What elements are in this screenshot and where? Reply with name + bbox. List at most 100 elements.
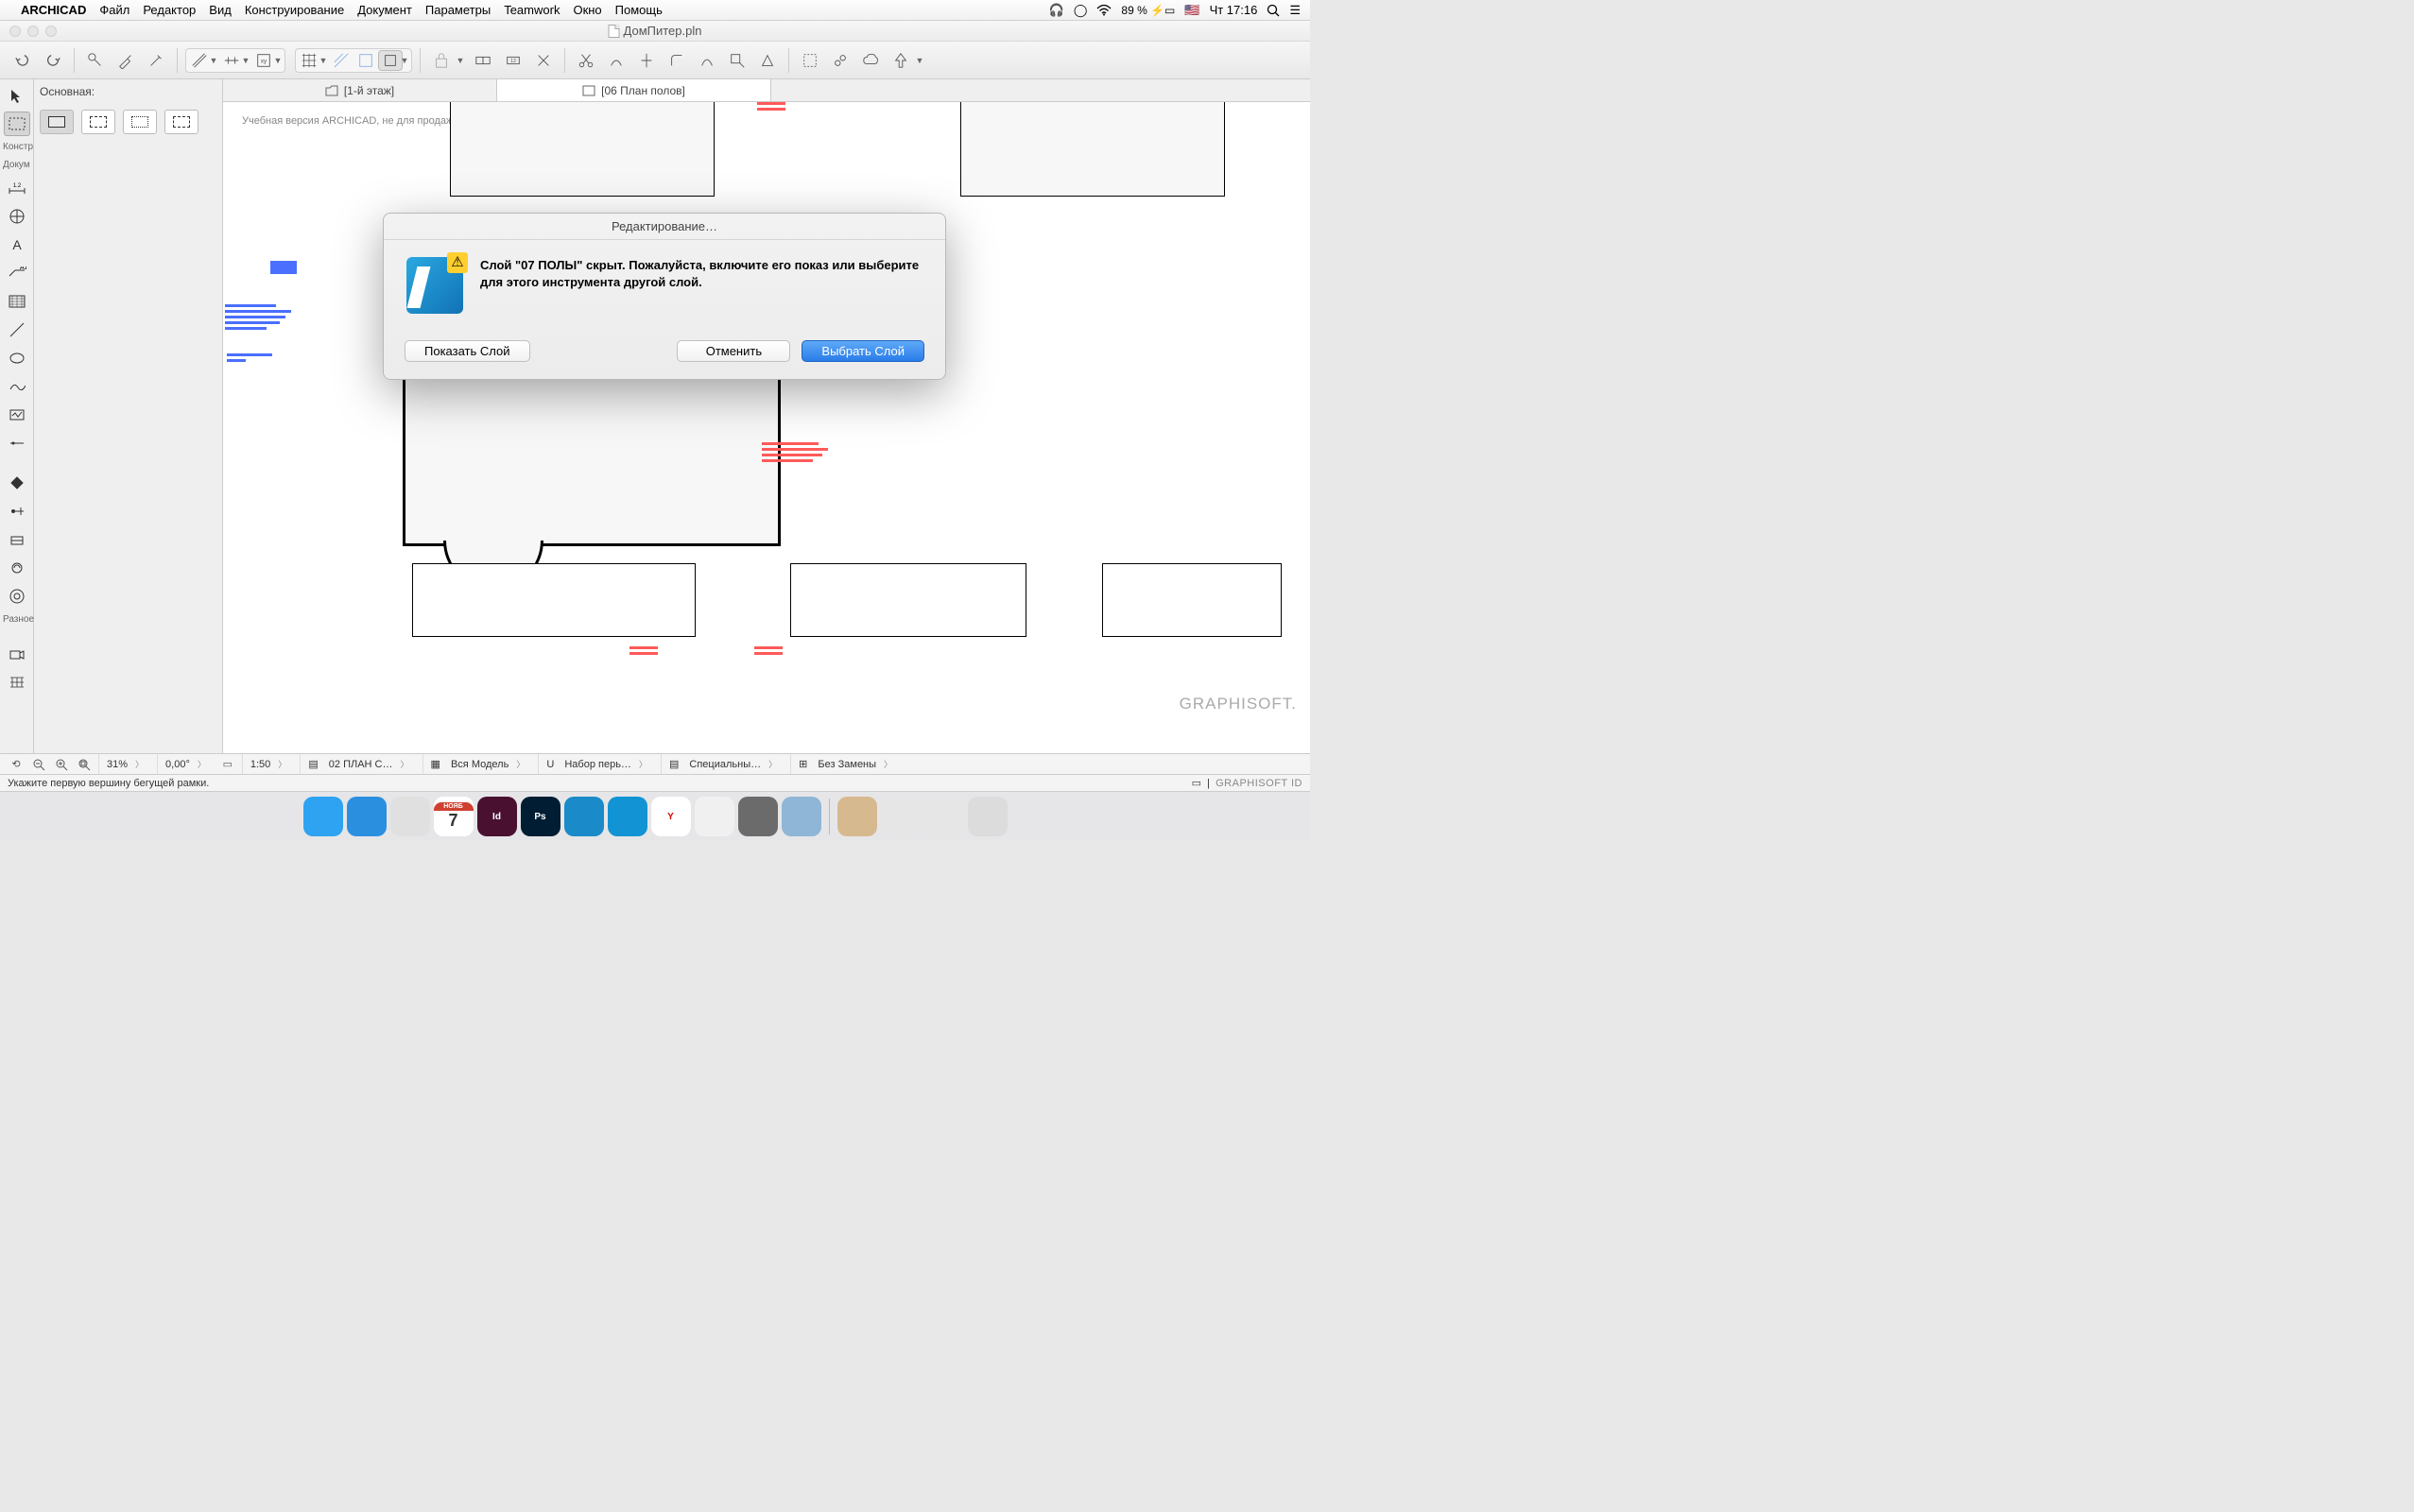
input-flag-icon[interactable]: 🇺🇸 — [1184, 3, 1199, 18]
menu-teamwork[interactable]: Teamwork — [504, 3, 560, 17]
dock-archicad[interactable] — [564, 797, 604, 836]
circle-tool[interactable] — [4, 346, 30, 370]
menu-view[interactable]: Вид — [209, 3, 232, 17]
undo-button[interactable] — [9, 48, 36, 73]
scale-field[interactable]: 1:50〉 — [242, 754, 294, 774]
grid-element-tool[interactable] — [4, 670, 30, 695]
layer-combo[interactable]: ▤ 02 ПЛАН С…〉 — [300, 754, 416, 774]
marquee-shape-thin[interactable] — [123, 110, 157, 134]
select-layer-button[interactable]: Выбрать Слой — [802, 340, 924, 362]
menu-document[interactable]: Документ — [357, 3, 412, 17]
camera-tool[interactable] — [4, 642, 30, 666]
dock-mail[interactable] — [390, 797, 430, 836]
tab-floor-1[interactable]: [1-й этаж] — [223, 79, 497, 101]
adjust-button[interactable] — [603, 48, 629, 73]
spotlight-icon[interactable] — [1267, 4, 1280, 17]
dock-photos[interactable] — [695, 797, 734, 836]
panel-toggle-icon[interactable]: ▭ — [1192, 777, 1201, 789]
zoom-level[interactable]: 31%〉 — [98, 754, 151, 774]
dropdown-icon[interactable]: ▼ — [208, 56, 219, 65]
dock-cinema4d[interactable] — [608, 797, 647, 836]
dock-indesign[interactable]: Id — [477, 797, 517, 836]
menu-design[interactable]: Конструирование — [245, 3, 344, 17]
eyedropper-button[interactable] — [112, 48, 139, 73]
align-button[interactable] — [633, 48, 660, 73]
group-button[interactable] — [470, 48, 496, 73]
menu-options[interactable]: Параметры — [425, 3, 491, 17]
penset-combo[interactable]: U Набор перь…〉 — [538, 754, 655, 774]
dock-yandex[interactable]: Y — [651, 797, 691, 836]
dock-preview[interactable] — [782, 797, 821, 836]
level-dimension-tool[interactable] — [4, 204, 30, 229]
section-tool[interactable] — [4, 471, 30, 495]
dock-settings[interactable] — [738, 797, 778, 836]
dock-photoshop[interactable]: Ps — [521, 797, 560, 836]
arrow-tool[interactable] — [4, 83, 30, 108]
dock-finder[interactable] — [303, 797, 343, 836]
measure-distance-button[interactable] — [82, 48, 109, 73]
marquee-shape-solid[interactable] — [40, 110, 74, 134]
fillet-button[interactable] — [664, 48, 690, 73]
zoom-out-button[interactable] — [30, 756, 47, 773]
syringe-button[interactable] — [143, 48, 169, 73]
interior-elevation-tool[interactable] — [4, 527, 30, 552]
dock-folder2[interactable] — [881, 797, 921, 836]
headphones-icon[interactable]: 🎧 — [1049, 3, 1064, 18]
dropdown-icon[interactable]: ▼ — [399, 56, 410, 65]
orientation-button[interactable]: ▭ — [219, 756, 236, 773]
trace-button[interactable] — [353, 50, 378, 71]
dock-folder3[interactable] — [924, 797, 964, 836]
menu-editor[interactable]: Редактор — [143, 3, 196, 17]
elevation-button[interactable] — [754, 48, 781, 73]
tab-floor-plan-06[interactable]: [06 План полов] — [497, 79, 771, 101]
dock-folder1[interactable] — [837, 797, 877, 836]
zoom-fit-button[interactable] — [76, 756, 93, 773]
menu-help[interactable]: Помощь — [615, 3, 663, 17]
bimcloud-button[interactable] — [857, 48, 884, 73]
zoom-refresh-button[interactable]: ⟲ — [8, 756, 25, 773]
trim-button[interactable] — [530, 48, 557, 73]
fill-tool[interactable] — [4, 289, 30, 314]
dropdown-icon[interactable]: ▼ — [914, 56, 925, 65]
mvo-combo[interactable]: ▤ Специальны…〉 — [661, 754, 785, 774]
dimension-button[interactable]: 12 — [500, 48, 526, 73]
creative-cloud-icon[interactable]: ◯ — [1074, 3, 1088, 18]
show-layer-button[interactable]: Показать Слой — [405, 340, 530, 362]
suspend-groups-button[interactable] — [428, 48, 455, 73]
resize-button[interactable] — [724, 48, 750, 73]
app-name[interactable]: ARCHICAD — [21, 3, 86, 17]
text-tool[interactable]: A — [4, 232, 30, 257]
dimension-line-tool[interactable]: 1.2 — [4, 176, 30, 200]
menu-file[interactable]: Файл — [99, 3, 129, 17]
dropdown-icon[interactable]: ▼ — [240, 56, 251, 65]
scissors-button[interactable] — [573, 48, 599, 73]
label-tool[interactable]: A1 — [4, 261, 30, 285]
marquee-shape-dashed[interactable] — [81, 110, 115, 134]
drawing-canvas[interactable]: Учебная версия ARCHICAD, не для продажи.… — [223, 102, 1310, 753]
spline-tool[interactable] — [4, 374, 30, 399]
hotspot-tool[interactable] — [4, 431, 30, 455]
clock[interactable]: Чт 17:16 — [1210, 3, 1258, 17]
marquee-shape-thick[interactable] — [164, 110, 198, 134]
intersect-button[interactable] — [694, 48, 720, 73]
zoom-in-button[interactable] — [53, 756, 70, 773]
elevation-tool[interactable] — [4, 499, 30, 524]
window-controls[interactable] — [0, 26, 57, 37]
wifi-icon[interactable] — [1096, 5, 1112, 16]
marquee-tool[interactable] — [4, 112, 30, 136]
dropdown-icon[interactable]: ▼ — [318, 56, 329, 65]
line-tool[interactable] — [4, 318, 30, 342]
dropdown-icon[interactable]: ▼ — [272, 56, 284, 65]
graphisoft-id-link[interactable]: GRAPHISOFT ID — [1216, 778, 1302, 789]
battery-status[interactable]: 89 % ⚡▭ — [1121, 4, 1175, 17]
selection-set-button[interactable] — [797, 48, 823, 73]
rotation-angle[interactable]: 0,00°〉 — [157, 754, 214, 774]
drawing-tool[interactable] — [4, 403, 30, 427]
snap-grid-button[interactable] — [329, 50, 353, 71]
dock-safari[interactable] — [347, 797, 387, 836]
publish-button[interactable] — [888, 48, 914, 73]
redo-button[interactable] — [40, 48, 66, 73]
dropdown-icon[interactable]: ▼ — [455, 56, 466, 65]
show-selection-button[interactable] — [827, 48, 854, 73]
cancel-button[interactable]: Отменить — [677, 340, 790, 362]
